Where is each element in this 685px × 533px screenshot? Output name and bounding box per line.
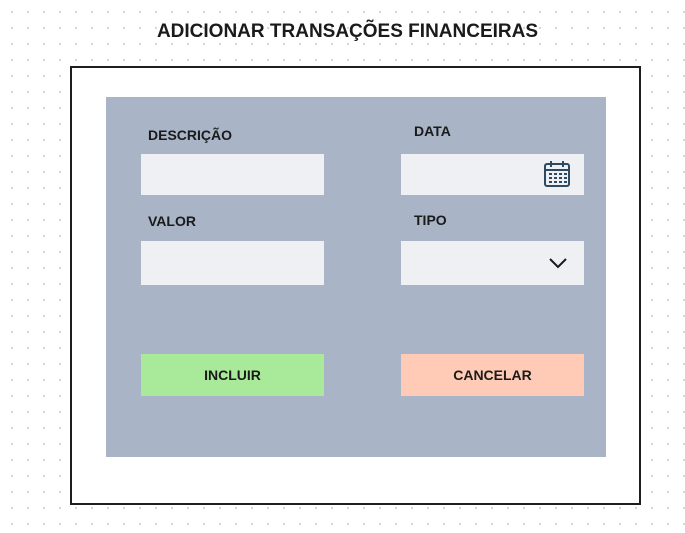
chevron-down-icon[interactable]: [548, 256, 568, 270]
calendar-icon[interactable]: [543, 160, 571, 188]
tipo-label: TIPO: [414, 212, 447, 228]
descricao-label: DESCRIÇÃO: [148, 127, 233, 143]
data-label: DATA: [414, 123, 451, 139]
incluir-button[interactable]: INCLUIR: [141, 354, 324, 396]
valor-input[interactable]: [141, 241, 324, 285]
valor-label: VALOR: [148, 213, 196, 229]
page-title: ADICIONAR TRANSAÇÕES FINANCEIRAS: [156, 21, 539, 42]
descricao-input[interactable]: [141, 154, 324, 195]
cancelar-button[interactable]: CANCELAR: [401, 354, 584, 396]
